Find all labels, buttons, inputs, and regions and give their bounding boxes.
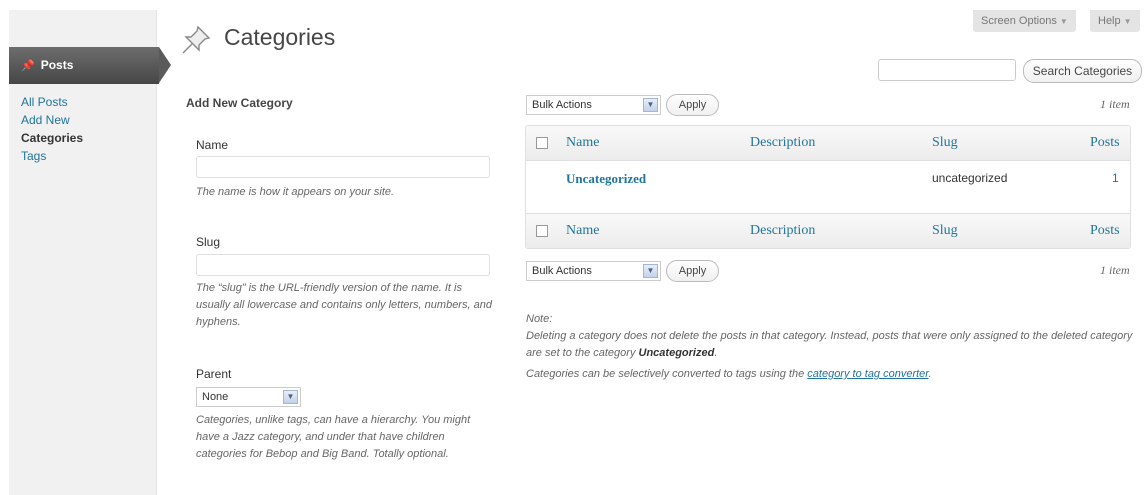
screen-options-button[interactable]: Screen Options ▼ <box>973 10 1076 32</box>
note-text-bold: Uncategorized <box>638 347 715 359</box>
parent-select[interactable]: None ▼ <box>196 387 301 407</box>
table-row: Uncategorized uncategorized 1 <box>526 160 1130 214</box>
chevron-down-icon: ▼ <box>283 390 298 404</box>
posts-submenu: All Posts Add New Categories Tags <box>21 94 83 166</box>
column-footer-slug[interactable]: Slug <box>932 223 958 239</box>
category-to-tag-converter-link[interactable]: category to tag converter <box>807 368 928 380</box>
column-footer-description[interactable]: Description <box>750 223 815 239</box>
form-heading: Add New Category <box>186 96 293 110</box>
converter-note-suffix: . <box>928 368 932 380</box>
bulk-actions-value: Bulk Actions <box>532 265 592 277</box>
bulk-actions-select-bottom[interactable]: Bulk Actions ▼ <box>526 261 661 281</box>
chevron-down-icon: ▼ <box>643 264 658 278</box>
note-text-suffix: . <box>714 347 718 359</box>
parent-label: Parent <box>196 367 232 381</box>
column-header-slug[interactable]: Slug <box>932 135 958 151</box>
apply-button-bottom[interactable]: Apply <box>666 260 719 282</box>
name-description: The name is how it appears on your site. <box>196 186 395 198</box>
slug-label: Slug <box>196 235 221 249</box>
chevron-down-icon: ▼ <box>1123 17 1132 26</box>
sidebar-item-all-posts[interactable]: All Posts <box>21 94 83 110</box>
table-header: Name Description Slug Posts <box>526 126 1130 160</box>
row-slug: uncategorized <box>932 171 1008 185</box>
page-title: Categories <box>224 24 336 50</box>
column-header-posts[interactable]: Posts <box>1090 135 1120 151</box>
select-all-checkbox[interactable] <box>536 225 548 237</box>
select-all-checkbox[interactable] <box>536 137 548 149</box>
item-count-bottom: 1 item <box>1100 263 1130 277</box>
converter-note-prefix: Categories can be selectively converted … <box>526 368 808 380</box>
sidebar-menu-posts[interactable]: 📌 Posts <box>9 47 171 84</box>
chevron-down-icon: ▼ <box>643 98 658 112</box>
parent-select-value: None <box>202 391 229 403</box>
sidebar-menu-posts-label: Posts <box>40 58 74 72</box>
bulk-actions-select-top[interactable]: Bulk Actions ▼ <box>526 95 661 115</box>
screen-options-label: Screen Options <box>981 15 1057 27</box>
chevron-down-icon: ▼ <box>1059 17 1068 26</box>
bulk-actions-value: Bulk Actions <box>532 99 592 111</box>
name-field[interactable] <box>196 156 490 178</box>
note-text: Deleting a category does not delete the … <box>526 328 1141 362</box>
slug-description: The “slug” is the URL-friendly version o… <box>196 282 492 328</box>
search-input[interactable] <box>878 59 1016 81</box>
column-footer-name[interactable]: Name <box>566 223 599 239</box>
slug-field[interactable] <box>196 254 490 276</box>
apply-button-top[interactable]: Apply <box>666 94 719 116</box>
name-label: Name <box>196 138 229 152</box>
column-header-name[interactable]: Name <box>566 135 599 151</box>
row-name-link[interactable]: Uncategorized <box>566 171 646 187</box>
categories-table: Name Description Slug Posts Uncategorize… <box>525 125 1131 249</box>
column-footer-posts[interactable]: Posts <box>1090 223 1120 239</box>
table-footer: Name Description Slug Posts <box>526 214 1130 248</box>
search-categories-button[interactable]: Search Categories <box>1023 59 1142 83</box>
active-arrow <box>159 47 171 83</box>
sidebar-item-tags[interactable]: Tags <box>21 148 83 164</box>
row-posts-count[interactable]: 1 <box>1112 171 1119 185</box>
column-header-description[interactable]: Description <box>750 135 815 151</box>
sidebar-item-categories[interactable]: Categories <box>21 130 83 146</box>
converter-note: Categories can be selectively converted … <box>526 368 932 380</box>
pushpin-icon <box>182 25 211 54</box>
note-label: Note: <box>526 313 553 325</box>
admin-sidebar: 📌 Posts All Posts Add New Categories Tags <box>9 10 171 495</box>
pushpin-icon: 📌 <box>21 60 35 72</box>
note-text-prefix: Deleting a category does not delete the … <box>526 330 1133 359</box>
item-count-top: 1 item <box>1100 97 1130 111</box>
help-button[interactable]: Help ▼ <box>1090 10 1140 32</box>
sidebar-item-add-new[interactable]: Add New <box>21 112 83 128</box>
parent-description: Categories, unlike tags, can have a hier… <box>196 414 471 460</box>
help-label: Help <box>1098 15 1121 27</box>
